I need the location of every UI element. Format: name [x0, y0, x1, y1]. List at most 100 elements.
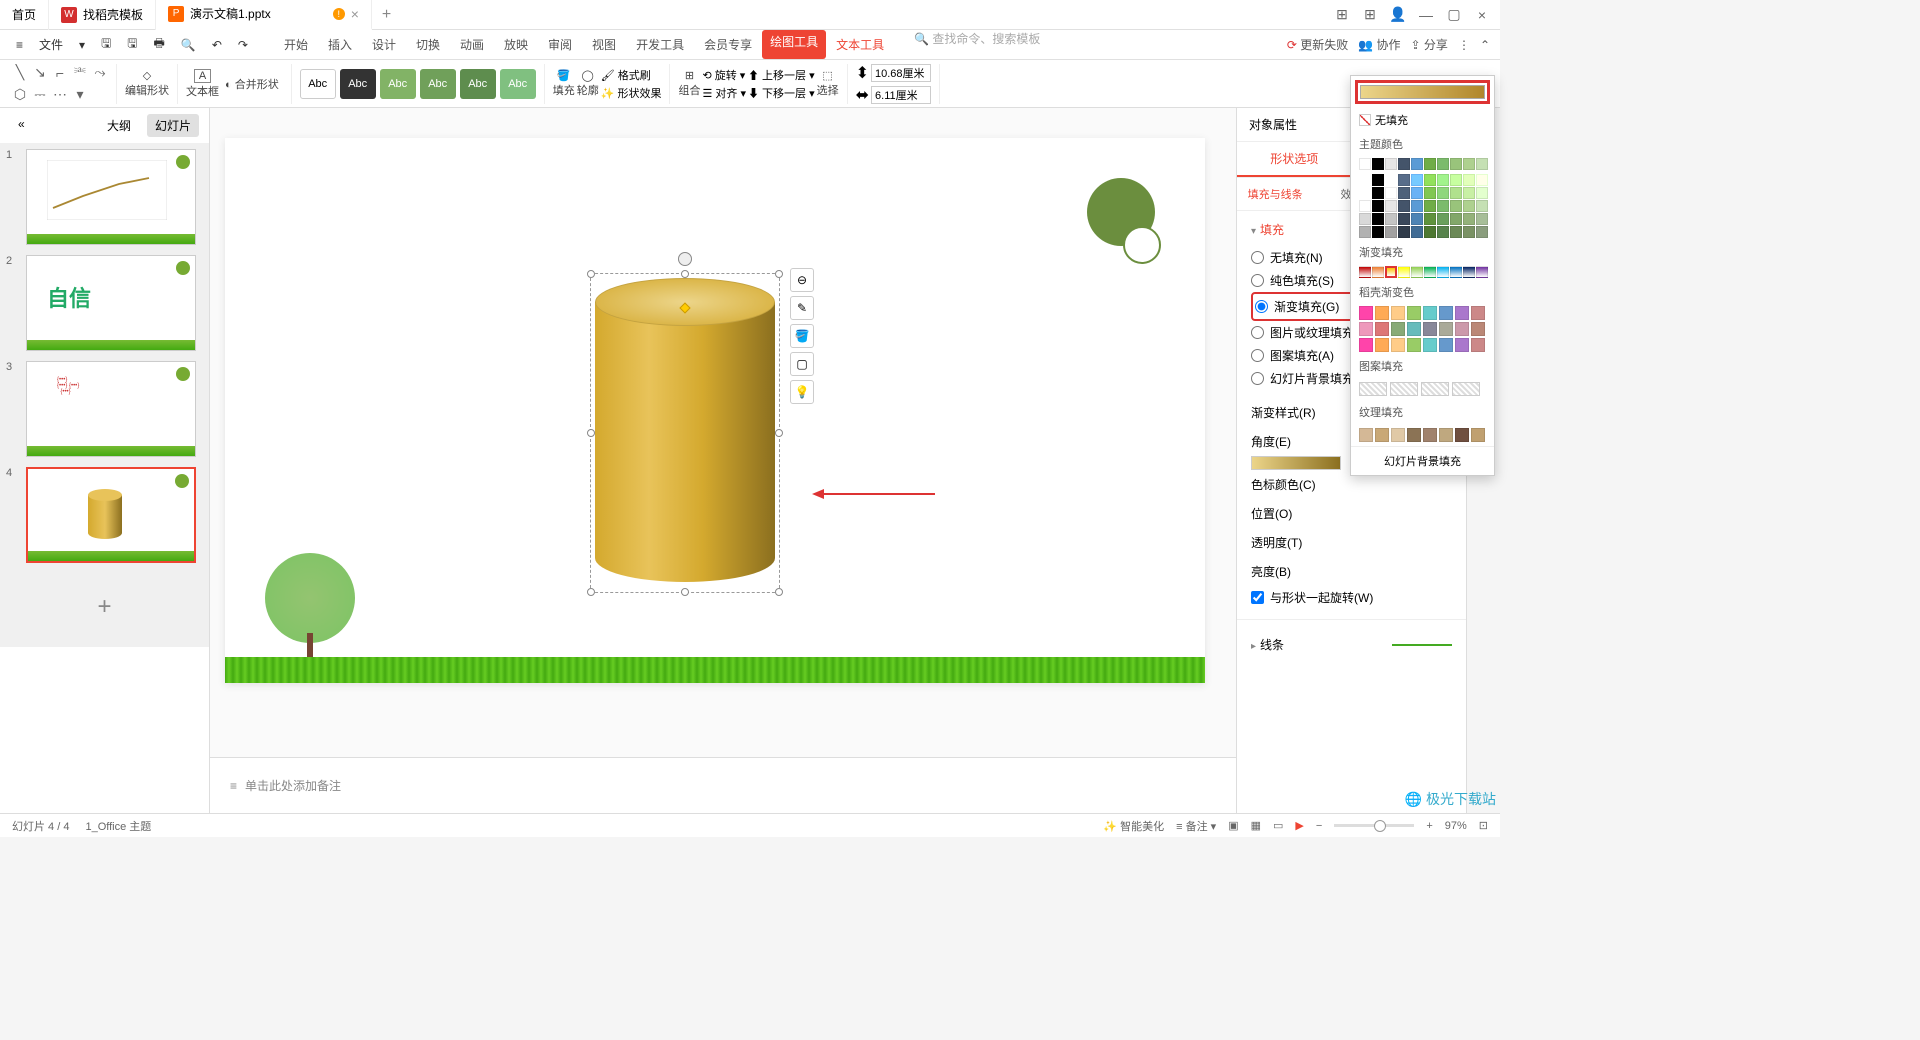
menu-present[interactable]: 放映 — [494, 30, 538, 59]
keynote-swatch[interactable] — [1359, 338, 1373, 352]
keynote-swatch[interactable] — [1455, 338, 1469, 352]
group-button[interactable]: ⊞组合 — [678, 69, 700, 98]
keynote-swatch[interactable] — [1471, 338, 1485, 352]
color-swatch[interactable] — [1450, 174, 1462, 186]
color-swatch[interactable] — [1463, 158, 1475, 170]
keynote-swatch[interactable] — [1359, 306, 1373, 320]
color-swatch[interactable] — [1424, 187, 1436, 199]
view-reading-icon[interactable]: ▭ — [1273, 819, 1283, 832]
menu-vip[interactable]: 会员专享 — [694, 30, 762, 59]
color-swatch[interactable] — [1476, 213, 1488, 225]
height-input[interactable] — [871, 86, 931, 104]
maximize-icon[interactable]: ▢ — [1444, 5, 1464, 25]
keynote-swatch[interactable] — [1375, 306, 1389, 320]
menu-start[interactable]: 开始 — [274, 30, 318, 59]
textbox-button[interactable]: A 文本框 — [186, 69, 219, 99]
pattern-swatch[interactable] — [1390, 382, 1418, 396]
keynote-swatch[interactable] — [1407, 322, 1421, 336]
gradient-swatch[interactable] — [1372, 266, 1384, 278]
line-tool-icon[interactable]: ╲ — [10, 63, 30, 83]
color-swatch[interactable] — [1437, 174, 1449, 186]
gradient-swatch[interactable] — [1411, 266, 1423, 278]
view-normal-icon[interactable]: ▣ — [1228, 819, 1238, 832]
color-swatch[interactable] — [1463, 174, 1475, 186]
keynote-swatch[interactable] — [1471, 306, 1485, 320]
color-swatch[interactable] — [1437, 226, 1449, 238]
color-swatch[interactable] — [1424, 174, 1436, 186]
rotate-button[interactable]: ⟲ 旋转 ▾ — [702, 67, 746, 83]
menu-design[interactable]: 设计 — [362, 30, 406, 59]
texture-swatch[interactable] — [1471, 428, 1485, 442]
keynote-swatch[interactable] — [1391, 338, 1405, 352]
zoom-out-icon[interactable]: − — [1316, 820, 1322, 832]
color-swatch[interactable] — [1411, 226, 1423, 238]
keynote-swatch[interactable] — [1439, 322, 1453, 336]
expand-shapes-icon[interactable]: ▾ — [70, 85, 90, 105]
canvas-area[interactable]: ⊖ ✎ 🪣 ▢ 💡 ≡ 单击此处添加备注 — [210, 108, 1236, 813]
color-swatch[interactable] — [1398, 158, 1410, 170]
tab-home[interactable]: 首页 — [0, 0, 49, 30]
color-swatch[interactable] — [1463, 200, 1475, 212]
ring-circle-shape[interactable] — [1123, 226, 1161, 264]
color-swatch[interactable] — [1411, 213, 1423, 225]
color-swatch[interactable] — [1372, 158, 1384, 170]
color-swatch[interactable] — [1437, 187, 1449, 199]
resize-handle-w[interactable] — [587, 429, 595, 437]
texture-swatch[interactable] — [1423, 428, 1437, 442]
color-swatch[interactable] — [1398, 200, 1410, 212]
color-swatch[interactable] — [1359, 213, 1371, 225]
color-swatch[interactable] — [1359, 158, 1371, 170]
color-swatch[interactable] — [1450, 226, 1462, 238]
popup-no-fill[interactable]: 无填充 — [1351, 108, 1494, 132]
color-swatch[interactable] — [1476, 158, 1488, 170]
gradient-preview-selected[interactable] — [1355, 80, 1490, 104]
zoom-in-icon[interactable]: + — [1426, 820, 1432, 832]
texture-swatch[interactable] — [1375, 428, 1389, 442]
texture-swatch[interactable] — [1439, 428, 1453, 442]
arrow-tool-icon[interactable]: ↘ — [30, 63, 50, 83]
line-preview[interactable] — [1392, 644, 1452, 646]
color-swatch[interactable] — [1372, 200, 1384, 212]
apps-icon[interactable]: ⊞ — [1360, 5, 1380, 25]
resize-handle-nw[interactable] — [587, 270, 595, 278]
more-icon[interactable]: ⋮ — [1458, 38, 1470, 52]
gradient-swatch[interactable] — [1463, 266, 1475, 278]
rotate-with-shape-checkbox[interactable]: 与形状一起旋转(W) — [1251, 586, 1452, 609]
color-swatch[interactable] — [1437, 158, 1449, 170]
zoom-slider[interactable] — [1334, 824, 1414, 827]
merge-shape-button[interactable]: ◐ 合并形状 — [221, 76, 283, 92]
color-swatch[interactable] — [1398, 187, 1410, 199]
pattern-swatch[interactable] — [1452, 382, 1480, 396]
file-menu[interactable]: 文件 — [33, 32, 69, 57]
keynote-swatch[interactable] — [1391, 306, 1405, 320]
view-sorter-icon[interactable]: ▦ — [1251, 819, 1261, 832]
color-swatch[interactable] — [1359, 174, 1371, 186]
keynote-swatch[interactable] — [1407, 306, 1421, 320]
hamburger-icon[interactable]: ≡ — [10, 34, 29, 56]
float-outline-icon[interactable]: ▢ — [790, 352, 814, 376]
slide-thumb-4[interactable] — [26, 467, 196, 563]
color-swatch[interactable] — [1398, 213, 1410, 225]
notes-panel[interactable]: ≡ 单击此处添加备注 — [210, 757, 1236, 813]
minimize-icon[interactable]: — — [1416, 5, 1436, 25]
style-preset-5[interactable]: Abc — [460, 69, 496, 99]
keynote-swatch[interactable] — [1375, 338, 1389, 352]
keynote-swatch[interactable] — [1455, 306, 1469, 320]
collapse-ribbon-icon[interactable]: ⌃ — [1480, 38, 1490, 52]
curve-icon[interactable]: ⎃ — [70, 63, 90, 83]
color-swatch[interactable] — [1359, 226, 1371, 238]
color-swatch[interactable] — [1385, 174, 1397, 186]
zoom-value[interactable]: 97% — [1445, 820, 1467, 832]
color-swatch[interactable] — [1411, 200, 1423, 212]
beautify-button[interactable]: ✨ 智能美化 — [1103, 818, 1164, 834]
save-as-icon[interactable]: 🖫 — [121, 30, 143, 59]
color-swatch[interactable] — [1385, 200, 1397, 212]
notes-toggle[interactable]: ≡ 备注 ▾ — [1176, 818, 1216, 834]
float-idea-icon[interactable]: 💡 — [790, 380, 814, 404]
align-button[interactable]: ☰ 对齐 ▾ — [702, 85, 746, 101]
popup-slide-bg[interactable]: 幻灯片背景填充 — [1351, 446, 1494, 475]
freeform-icon[interactable]: ⤳ — [90, 63, 110, 83]
color-swatch[interactable] — [1398, 226, 1410, 238]
line-section-title[interactable]: ▸线条 — [1251, 636, 1284, 653]
resize-handle-e[interactable] — [775, 429, 783, 437]
